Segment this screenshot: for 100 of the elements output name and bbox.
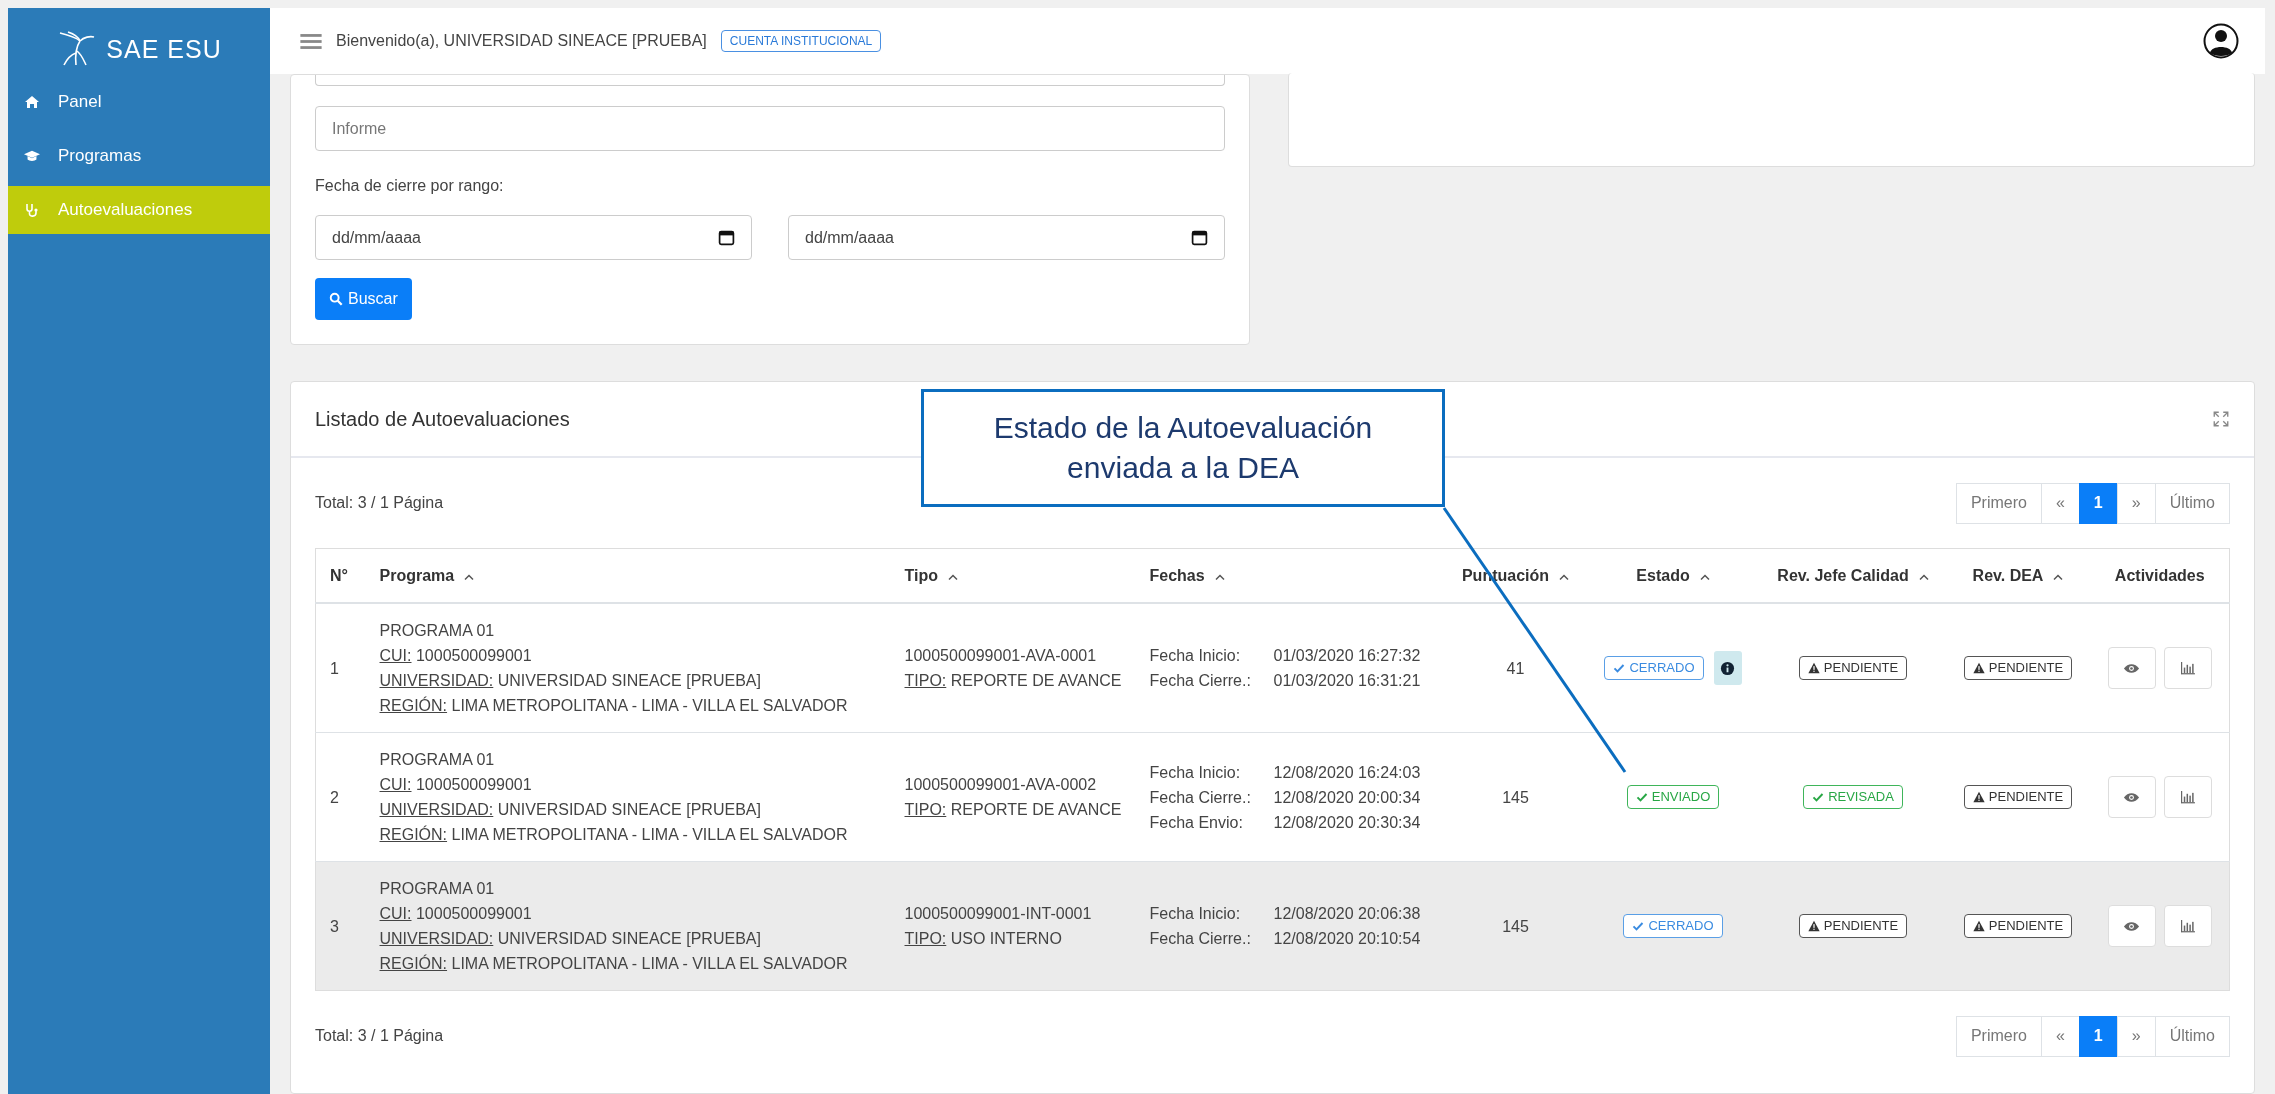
logo-text: SAE ESU: [106, 34, 222, 64]
info-button[interactable]: [1713, 651, 1742, 685]
home-icon: [24, 94, 40, 110]
date-label: Fecha Cierre.:: [1149, 787, 1252, 808]
status-badge: CERRADO: [1604, 656, 1704, 680]
stethoscope-icon: [24, 202, 40, 218]
column-header[interactable]: N°: [315, 548, 366, 603]
field-label: TIPO:: [904, 930, 947, 947]
user-avatar-icon[interactable]: [2203, 23, 2239, 59]
date-label: Fecha Inicio:: [1149, 646, 1242, 666]
view-button[interactable]: [2107, 647, 2156, 689]
chart-button[interactable]: [2163, 905, 2212, 947]
field-value: 1000500099001: [415, 905, 532, 922]
field-value: USO INTERNO: [950, 930, 1062, 947]
date-to-field[interactable]: dd/mm/aaaa: [788, 215, 1225, 260]
view-button[interactable]: [2107, 905, 2156, 947]
field-value: 1000500099001: [415, 776, 532, 793]
sidebar-item[interactable]: Panel: [8, 78, 270, 126]
calendar-icon[interactable]: [718, 229, 735, 246]
date-value: 12/08/2020 16:24:03: [1273, 762, 1421, 783]
page-link[interactable]: 1: [2078, 1015, 2118, 1057]
column-header[interactable]: Estado: [1585, 548, 1761, 603]
bar-chart-icon[interactable]: [2179, 790, 2197, 804]
field-label: UNIVERSIDAD:: [379, 930, 494, 947]
field-label: TIPO:: [904, 672, 947, 689]
sort-caret-icon[interactable]: [948, 573, 958, 581]
score: 145: [1502, 788, 1529, 806]
page-link[interactable]: «: [2040, 482, 2080, 524]
column-header[interactable]: Rev. DEA: [1945, 548, 2091, 603]
graduation-cap-icon: [24, 148, 40, 164]
field-label: TIPO:: [904, 801, 947, 818]
evaluation-code: 1000500099001-AVA-0002: [904, 775, 1098, 795]
score: 41: [1506, 659, 1525, 677]
date-value: 12/08/2020 20:00:34: [1273, 787, 1421, 808]
sort-caret-icon[interactable]: [1559, 573, 1570, 581]
date-label: Fecha Inicio:: [1149, 762, 1242, 783]
expand-icon[interactable]: [2212, 410, 2230, 428]
eye-icon[interactable]: [2123, 790, 2141, 804]
column-header[interactable]: Tipo: [890, 548, 1136, 603]
calendar-icon[interactable]: [1191, 229, 1208, 246]
program-name: PROGRAMA 01: [379, 621, 496, 641]
sort-caret-icon[interactable]: [1214, 573, 1225, 581]
eye-icon[interactable]: [2123, 919, 2141, 933]
page-link[interactable]: Último: [2154, 1015, 2230, 1057]
bar-chart-icon[interactable]: [2179, 661, 2197, 675]
sort-caret-icon[interactable]: [2053, 573, 2064, 581]
status-badge: PENDIENTE: [1963, 784, 2073, 809]
page-link[interactable]: »: [2116, 1015, 2156, 1057]
menu-icon[interactable]: [300, 32, 322, 50]
report-input[interactable]: Informe: [315, 106, 1225, 151]
column-header[interactable]: Actividades: [2090, 548, 2230, 603]
field-label: UNIVERSIDAD:: [379, 672, 494, 689]
search-icon[interactable]: [329, 292, 343, 306]
status-badge: ENVIADO: [1626, 785, 1720, 809]
field-label: REGIÓN:: [379, 697, 448, 714]
page-link[interactable]: »: [2116, 482, 2156, 524]
page-link[interactable]: «: [2040, 1015, 2080, 1057]
column-header[interactable]: Fechas: [1135, 548, 1446, 603]
field-value: LIMA METROPOLITANA - LIMA - VILLA EL SALVADOR: [451, 697, 848, 714]
chart-button[interactable]: [2163, 776, 2212, 818]
page-link[interactable]: Primero: [1955, 482, 2042, 524]
date-range-label: Fecha de cierre por rango:: [315, 177, 505, 195]
callout-box: Estado de la Autoevaluación enviada a la DEA: [921, 389, 1445, 507]
status-badge: PENDIENTE: [1798, 913, 1908, 938]
field-value: UNIVERSIDAD SINEACE [PRUEBA]: [497, 672, 761, 689]
page-link[interactable]: Primero: [1955, 1015, 2042, 1057]
card-title: Listado de Autoevaluaciones: [315, 407, 570, 431]
column-header[interactable]: Rev. Jefe Calidad: [1760, 548, 1946, 603]
page-link[interactable]: 1: [2078, 482, 2118, 524]
column-header[interactable]: Programa: [365, 548, 891, 603]
view-button[interactable]: [2107, 776, 2156, 818]
status-badge: PENDIENTE: [1798, 655, 1908, 680]
sort-caret-icon[interactable]: [464, 573, 475, 581]
field-value: UNIVERSIDAD SINEACE [PRUEBA]: [497, 801, 761, 818]
date-value: 01/03/2020 16:27:32: [1273, 646, 1421, 666]
field-value: REPORTE DE AVANCE: [950, 801, 1122, 818]
sidebar-item[interactable]: Programas: [8, 132, 270, 180]
program-name: PROGRAMA 01: [379, 879, 496, 899]
eye-icon[interactable]: [2123, 661, 2141, 675]
input-field[interactable]: [315, 75, 1225, 86]
search-button[interactable]: Buscar: [315, 278, 412, 320]
field-label: UNIVERSIDAD:: [379, 801, 494, 818]
page-link[interactable]: Último: [2154, 482, 2230, 524]
date-from-field[interactable]: dd/mm/aaaa: [315, 215, 752, 260]
date-value: 01/03/2020 16:31:21: [1273, 671, 1421, 691]
info-icon[interactable]: [1720, 660, 1735, 676]
bar-chart-icon[interactable]: [2179, 919, 2197, 933]
score: 145: [1502, 917, 1529, 935]
status-badge: REVISADA: [1803, 784, 1903, 809]
evaluation-code: 1000500099001-AVA-0001: [904, 646, 1098, 666]
sort-caret-icon[interactable]: [1699, 573, 1710, 581]
field-label: CUI:: [379, 776, 412, 793]
chart-button[interactable]: [2163, 647, 2212, 689]
status-badge: PENDIENTE: [1963, 913, 2073, 938]
field-value: 1000500099001: [415, 647, 532, 664]
field-label: CUI:: [379, 647, 412, 664]
status-badge: PENDIENTE: [1963, 655, 2073, 680]
total-text: Total: 3 / 1 Página: [315, 1027, 444, 1045]
welcome-text: Bienvenido(a), UNIVERSIDAD SINEACE [PRUEBA]: [336, 32, 707, 50]
sort-caret-icon[interactable]: [1918, 573, 1929, 581]
